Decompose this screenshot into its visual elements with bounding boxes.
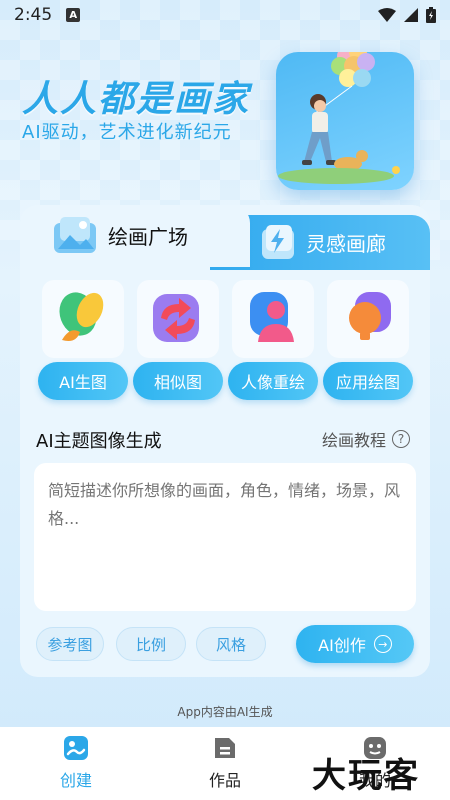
nav-create[interactable]: 创建	[36, 735, 116, 791]
notification-icon: A	[66, 8, 81, 22]
signal-icon	[404, 8, 418, 22]
tool-icon-box	[42, 280, 124, 358]
status-icons	[378, 7, 436, 23]
works-icon	[215, 738, 235, 758]
tutorial-link[interactable]: 绘画教程 ?	[322, 427, 410, 451]
reference-image-chip[interactable]: 参考图	[36, 627, 104, 661]
status-bar: 2:45 A	[0, 0, 450, 30]
nav-works-label: 作品	[208, 771, 241, 790]
nav-create-label: 创建	[59, 771, 92, 790]
hero-title: 人人都是画家	[22, 79, 251, 120]
section-title: AI主题图像生成	[36, 431, 162, 452]
watermark-text: 大玩客	[312, 756, 420, 796]
tab-painting-label: 绘画广场	[108, 224, 188, 249]
main-card: 绘画广场 灵感画廊 AI生图 相似图 人像重绘 应用绘图 AI主题图像生成 绘画…	[20, 205, 430, 677]
tab-bar: 绘画广场 灵感画廊	[20, 205, 430, 270]
ai-create-label: AI创作	[318, 636, 366, 655]
image-frame-icon	[54, 217, 96, 253]
arrow-right-icon: →	[373, 635, 392, 653]
tool-similar-image-label: 相似图	[133, 362, 223, 400]
wifi-icon	[378, 8, 396, 22]
hero-illustration	[276, 43, 414, 190]
person-icon	[250, 292, 294, 342]
tool-icon-box	[137, 280, 219, 358]
hero-subtitle: AI驱动，艺术进化新纪元	[22, 122, 232, 143]
prompt-input[interactable]	[34, 463, 416, 611]
help-icon: ?	[392, 430, 410, 448]
tool-portrait-redraw-label: 人像重绘	[228, 362, 318, 400]
tutorial-label: 绘画教程	[321, 431, 386, 450]
tool-app-drawing-label: 应用绘图	[323, 362, 413, 400]
feather-brush-icon	[59, 292, 104, 341]
refresh-arrows-icon	[153, 294, 199, 342]
ratio-chip[interactable]: 比例	[116, 627, 186, 661]
tab-painting-square[interactable]: 绘画广场	[54, 205, 188, 265]
ai-content-note: App内容由AI生成	[177, 705, 273, 719]
create-icon	[64, 736, 88, 760]
tool-ai-generate-label: AI生图	[38, 362, 128, 400]
nav-works[interactable]: 作品	[185, 735, 265, 791]
tool-icon-box	[232, 280, 314, 358]
style-chip[interactable]: 风格	[196, 627, 266, 661]
tool-app-drawing[interactable]: 应用绘图	[323, 280, 413, 402]
tool-similar-image[interactable]: 相似图	[133, 280, 223, 402]
bulb-icon	[349, 292, 391, 340]
tab-gallery-label: 灵感画廊	[306, 232, 386, 256]
lightning-card-icon	[262, 224, 294, 259]
tool-icon-box	[327, 280, 409, 358]
ai-create-button[interactable]: AI创作 →	[296, 625, 414, 663]
tool-grid: AI生图 相似图 人像重绘 应用绘图	[38, 280, 413, 402]
girl-with-balloons-illustration	[278, 43, 400, 184]
tool-portrait-redraw[interactable]: 人像重绘	[228, 280, 318, 402]
status-time: 2:45	[14, 5, 53, 25]
battery-icon	[426, 7, 436, 23]
tool-ai-generate[interactable]: AI生图	[38, 280, 128, 402]
tab-inspiration-gallery[interactable]: 灵感画廊	[260, 215, 386, 270]
